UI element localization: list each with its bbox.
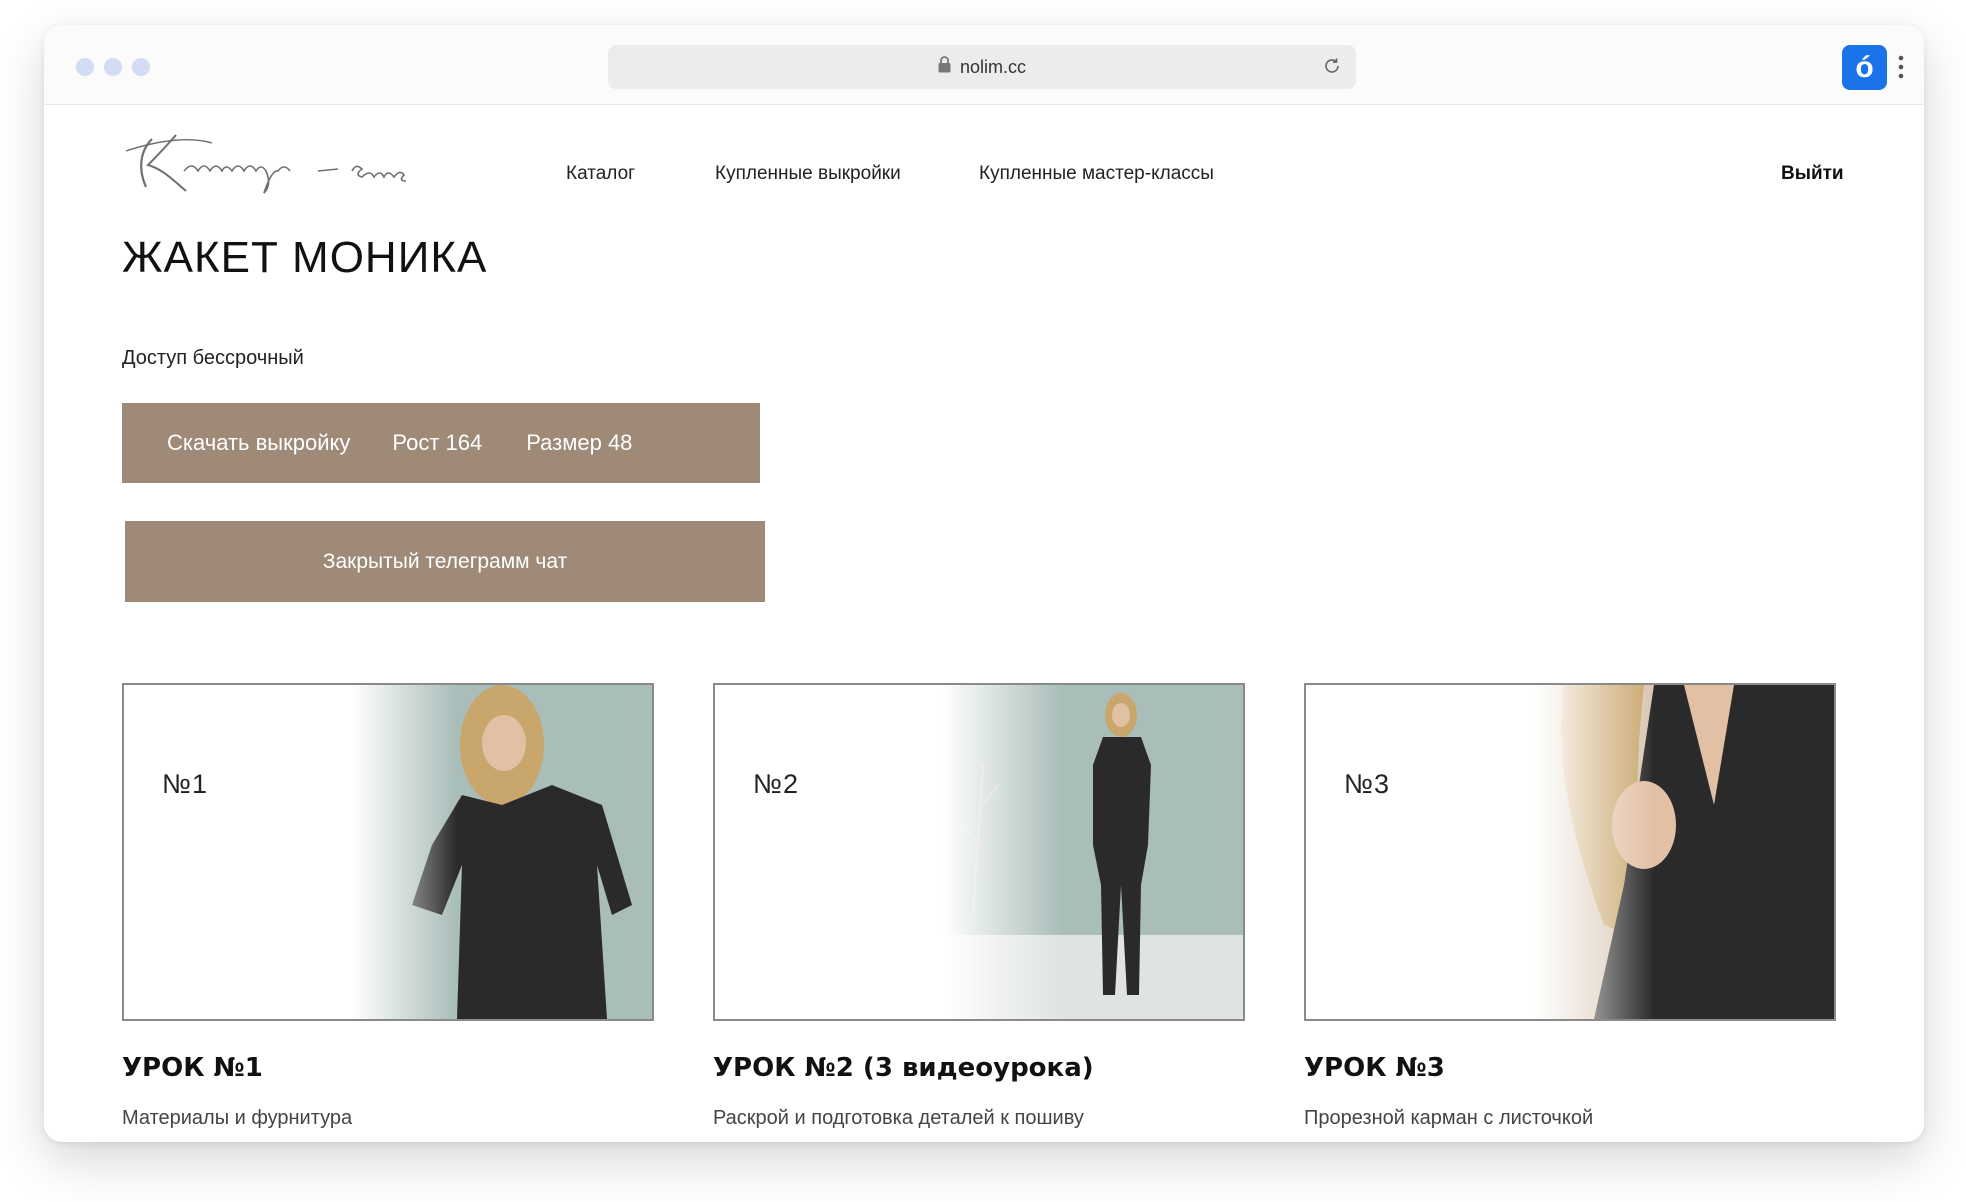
lesson-photo [352, 685, 652, 1019]
close-window-button[interactable] [76, 58, 94, 76]
nav-purchased-patterns[interactable]: Купленные выкройки [715, 163, 901, 185]
lesson-image[interactable]: №2 [713, 683, 1245, 1021]
access-status: Доступ бессрочный [122, 347, 304, 369]
url-text: nolim.cc [959, 56, 1026, 77]
lesson-title[interactable]: УРОК №1 [122, 1053, 263, 1083]
lesson-number: №3 [1344, 769, 1390, 799]
lesson-photo [943, 685, 1243, 1019]
telegram-chat-button[interactable]: Закрытый телеграмм чат [125, 521, 765, 602]
maximize-window-button[interactable] [132, 58, 150, 76]
lesson-image[interactable]: №1 [122, 683, 654, 1021]
address-bar[interactable]: nolim.cc [608, 45, 1356, 89]
page-content: Каталог Купленные выкройки Купленные мас… [44, 105, 1924, 1142]
kebab-menu-icon[interactable] [1898, 55, 1904, 83]
nav-purchased-masterclasses[interactable]: Купленные мастер-классы [979, 163, 1214, 185]
lesson-subtitle: Материалы и фурнитура [122, 1107, 353, 1129]
lesson-card-1[interactable]: №1 УРОК №1 Материалы и фурнитура [122, 683, 654, 1129]
window-controls [76, 58, 150, 76]
site-logo[interactable] [122, 121, 422, 197]
lesson-title[interactable]: УРОК №3 [1304, 1053, 1445, 1083]
height-option[interactable]: Рост 164 [392, 430, 482, 456]
page-title: ЖАКЕТ МОНИКА [122, 233, 488, 282]
logout-link[interactable]: Выйти [1781, 163, 1844, 185]
lesson-card-2[interactable]: №2 УРОК №2 (3 видеоурока) Раскрой и подг… [713, 683, 1245, 1129]
lesson-photo [1534, 685, 1834, 1019]
nav-catalog[interactable]: Каталог [566, 163, 635, 185]
lesson-number: №1 [162, 769, 208, 799]
download-pattern-bar[interactable]: Скачать выкройку Рост 164 Размер 48 [122, 403, 760, 483]
lock-icon [938, 56, 951, 78]
minimize-window-button[interactable] [104, 58, 122, 76]
browser-titlebar: nolim.cc ó [44, 25, 1924, 105]
browser-window: nolim.cc ó Каталог Купленные выкройки Ку… [44, 25, 1924, 1142]
lesson-subtitle: Раскрой и подготовка деталей к пошиву [713, 1107, 1084, 1129]
lesson-title[interactable]: УРОК №2 (3 видеоурока) [713, 1053, 1094, 1083]
size-option[interactable]: Размер 48 [526, 430, 632, 456]
reload-icon[interactable] [1322, 56, 1342, 81]
lesson-number: №2 [753, 769, 799, 799]
extension-button[interactable]: ó [1842, 45, 1887, 90]
lesson-card-3[interactable]: №3 УРОК №3 Прорезной карман с листочкой [1304, 683, 1836, 1129]
lesson-subtitle: Прорезной карман с листочкой [1304, 1107, 1594, 1129]
lesson-image[interactable]: №3 [1304, 683, 1836, 1021]
logo-script-image [125, 134, 407, 194]
download-pattern-label[interactable]: Скачать выкройку [167, 430, 350, 456]
